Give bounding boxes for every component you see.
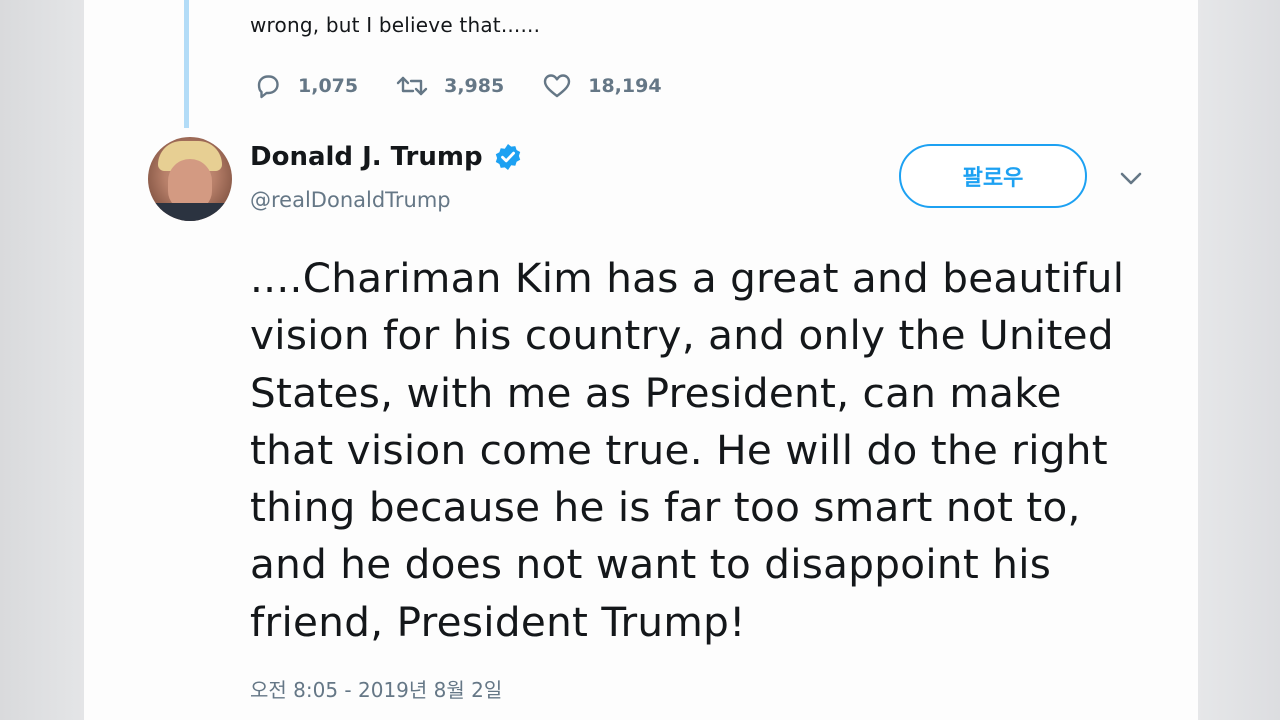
author-name-row: Donald J. Trump: [250, 142, 523, 172]
retweet-button[interactable]: 3,985: [396, 72, 504, 100]
thread-connector-line: [184, 0, 189, 128]
tweet-body-text: ....Chariman Kim has a great and beautif…: [250, 254, 1125, 646]
previous-tweet-text: wrong, but I believe that......: [250, 13, 541, 37]
like-count: 18,194: [588, 75, 662, 97]
tweet-thread-card: wrong, but I believe that...... 1,075 3,…: [84, 0, 1198, 720]
reply-button[interactable]: 1,075: [254, 72, 358, 100]
author-avatar[interactable]: [148, 137, 232, 221]
chevron-down-icon[interactable]: [1118, 166, 1144, 192]
retweet-icon: [396, 76, 428, 96]
reply-count: 1,075: [298, 75, 359, 97]
follow-button[interactable]: 팔로우: [899, 144, 1087, 208]
verified-badge-icon: [495, 144, 520, 170]
tweet-timestamp[interactable]: 오전 8:05 - 2019년 8월 2일: [250, 674, 502, 703]
author-name[interactable]: Donald J. Trump: [250, 142, 483, 172]
background-left: [0, 0, 84, 720]
reply-icon: [257, 75, 279, 99]
retweet-count: 3,985: [444, 75, 505, 97]
heart-icon: [544, 74, 571, 98]
like-button[interactable]: 18,194: [542, 72, 662, 100]
author-handle[interactable]: @realDonaldTrump: [250, 188, 451, 212]
previous-tweet-actions: 1,075 3,985 18,194: [254, 70, 700, 102]
background-right: [1198, 0, 1280, 720]
avatar-suit: [148, 203, 232, 221]
